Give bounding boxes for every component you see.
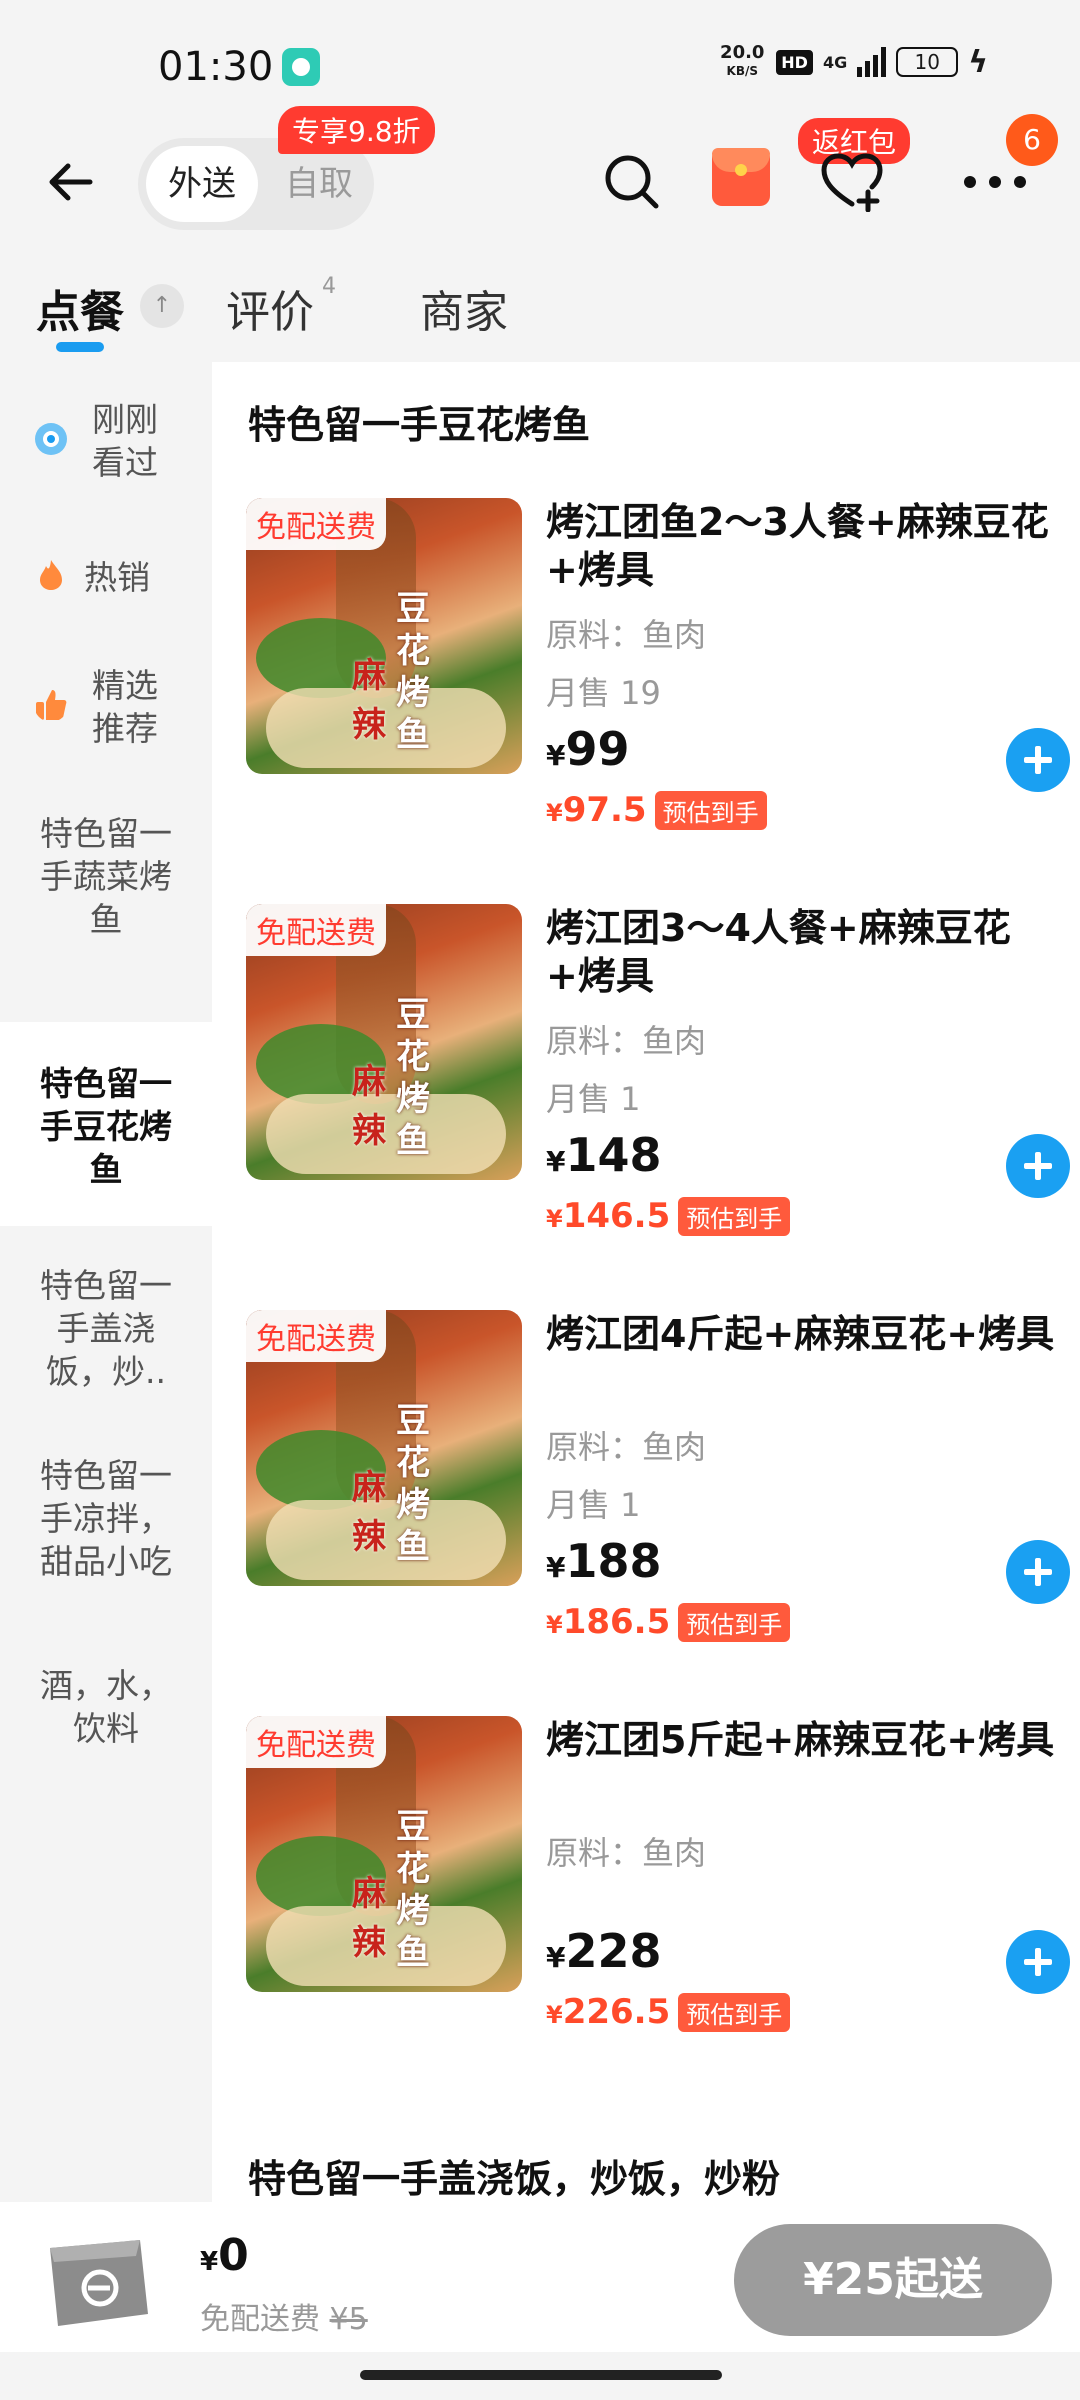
cart-bar: ¥0 免配送费 ¥5 ¥25起送 bbox=[0, 2202, 1080, 2352]
status-right: 20.0 KB/S HD 4G 10 ϟ bbox=[718, 44, 988, 80]
tab-active-indicator bbox=[56, 342, 104, 352]
add-to-cart-button[interactable] bbox=[1006, 1134, 1070, 1198]
flame-icon bbox=[40, 560, 62, 590]
dish-price: ¥188 bbox=[546, 1534, 662, 1588]
dish-ingredients: 原料：鱼肉 bbox=[546, 1834, 707, 1872]
pin-top-icon[interactable]: ↑ bbox=[140, 284, 184, 328]
list-item[interactable]: 豆花烤鱼 麻辣 免配送费 烤江团鱼2～3人餐+麻辣豆花+烤具 原料：鱼肉 月售 … bbox=[246, 498, 1070, 830]
sidebar-item-recommended[interactable]: 精选 推荐 bbox=[0, 632, 212, 782]
hd-icon: HD bbox=[776, 49, 813, 75]
dish-image[interactable]: 豆花烤鱼 麻辣 免配送费 bbox=[246, 904, 522, 1180]
more-icon[interactable] bbox=[964, 170, 1026, 190]
red-packet-icon[interactable] bbox=[712, 148, 770, 206]
sidebar-item-drinks[interactable]: 酒，水， 饮料 bbox=[0, 1664, 212, 1784]
shopping-bag-icon[interactable] bbox=[36, 2222, 160, 2332]
cart-total: ¥0 bbox=[200, 2230, 249, 2281]
signal-icon bbox=[857, 47, 887, 77]
heart-plus-icon[interactable] bbox=[820, 152, 884, 212]
free-delivery-tag: 免配送费 bbox=[246, 904, 386, 956]
add-to-cart-button[interactable] bbox=[1006, 1540, 1070, 1604]
dish-ingredients: 原料：鱼肉 bbox=[546, 1428, 707, 1466]
dish-ingredients: 原料：鱼肉 bbox=[546, 1022, 707, 1060]
dish-monthly-sales: 月售 1 bbox=[546, 1080, 641, 1118]
dish-estimated-price: ¥186.5 预估到手 bbox=[546, 1602, 791, 1642]
next-section-title: 特色留一手盖浇饭，炒饭，炒粉 bbox=[248, 2157, 781, 2201]
free-delivery-tag: 免配送费 bbox=[246, 1310, 386, 1362]
free-delivery-tag: 免配送费 bbox=[246, 498, 386, 550]
dish-title: 烤江团3～4人餐+麻辣豆花+烤具 bbox=[546, 906, 1011, 998]
dish-title: 烤江团5斤起+麻辣豆花+烤具 bbox=[546, 1718, 1055, 1762]
dish-estimated-price: ¥226.5 预估到手 bbox=[546, 1992, 791, 2032]
free-delivery-tag: 免配送费 bbox=[246, 1716, 386, 1768]
eye-icon bbox=[35, 423, 67, 455]
mode-pickup-option[interactable]: 自取 bbox=[274, 146, 364, 222]
list-item[interactable]: 豆花烤鱼 麻辣 免配送费 烤江团5斤起+麻辣豆花+烤具 原料：鱼肉 ¥228 ¥… bbox=[246, 1716, 1070, 2032]
back-arrow-icon[interactable] bbox=[42, 152, 102, 212]
sidebar-item-cold-snacks[interactable]: 特色留一 手凉拌， 甜品小吃 bbox=[0, 1434, 212, 1634]
tab-reviews[interactable]: 评价 bbox=[226, 276, 314, 340]
dish-price: ¥228 bbox=[546, 1924, 662, 1978]
dish-title: 烤江团4斤起+麻辣豆花+烤具 bbox=[546, 1312, 1055, 1356]
battery-icon: 10 bbox=[896, 47, 959, 77]
sidebar-item-hot[interactable]: 热销 bbox=[0, 522, 212, 632]
sidebar-item-tofu-fish[interactable]: 特色留一 手豆花烤鱼 bbox=[0, 1022, 212, 1226]
sidebar-item-rice-dishes[interactable]: 特色留一 手盖浇 饭，炒.. bbox=[0, 1234, 212, 1434]
reviews-count: 4 bbox=[322, 274, 336, 299]
status-time: 01:30 bbox=[158, 44, 274, 90]
notification-count-badge: 6 bbox=[1006, 114, 1058, 166]
category-sidebar: 刚刚 看过 热销 精选 推荐 特色留一 手蔬菜烤鱼 特色留一 手豆花烤鱼 特色留一 手盖浇… bbox=[0, 362, 212, 2202]
dish-price: ¥148 bbox=[546, 1128, 662, 1182]
dish-estimated-price: ¥97.5 预估到手 bbox=[546, 790, 767, 830]
add-to-cart-button[interactable] bbox=[1006, 728, 1070, 792]
store-header: 外送 自取 专享9.8折 返红包 6 bbox=[0, 106, 1080, 260]
charging-icon: ϟ bbox=[968, 44, 988, 80]
dish-monthly-sales: 月售 19 bbox=[546, 674, 661, 712]
store-tabs: 点餐 ↑ 评价 4 商家 bbox=[0, 260, 1080, 360]
mode-delivery-option[interactable]: 外送 bbox=[146, 146, 258, 222]
net-speed: 20.0 KB/S bbox=[720, 42, 765, 79]
tab-order[interactable]: 点餐 bbox=[36, 276, 124, 340]
status-bar: 01:30 20.0 KB/S HD 4G 10 ϟ bbox=[0, 0, 1080, 130]
add-to-cart-button[interactable] bbox=[1006, 1930, 1070, 1994]
list-item[interactable]: 豆花烤鱼 麻辣 免配送费 烤江团4斤起+麻辣豆花+烤具 原料：鱼肉 月售 1 ¥… bbox=[246, 1310, 1070, 1642]
app-notification-icon bbox=[282, 48, 320, 86]
sidebar-item-recently-viewed[interactable]: 刚刚 看过 bbox=[0, 362, 212, 522]
dish-image[interactable]: 豆花烤鱼 麻辣 免配送费 bbox=[246, 1716, 522, 1992]
section-title: 特色留一手豆花烤鱼 bbox=[248, 403, 591, 447]
delivery-fee-info: 免配送费 ¥5 bbox=[200, 2302, 368, 2337]
sidebar-item-veg-fish[interactable]: 特色留一 手蔬菜烤鱼 bbox=[0, 782, 212, 982]
list-item[interactable]: 豆花烤鱼 麻辣 免配送费 烤江团3～4人餐+麻辣豆花+烤具 原料：鱼肉 月售 1… bbox=[246, 904, 1070, 1236]
dish-estimated-price: ¥146.5 预估到手 bbox=[546, 1196, 791, 1236]
network-type: 4G bbox=[822, 52, 848, 72]
dish-image[interactable]: 豆花烤鱼 麻辣 免配送费 bbox=[246, 1310, 522, 1586]
menu-list: 特色留一手豆花烤鱼 豆花烤鱼 麻辣 免配送费 烤江团鱼2～3人餐+麻辣豆花+烤具… bbox=[212, 362, 1080, 2202]
tab-merchant[interactable]: 商家 bbox=[420, 276, 508, 340]
checkout-button[interactable]: ¥25起送 bbox=[734, 2224, 1052, 2336]
search-icon[interactable] bbox=[600, 150, 664, 214]
dish-ingredients: 原料：鱼肉 bbox=[546, 616, 707, 654]
home-indicator[interactable] bbox=[360, 2370, 722, 2380]
dish-title: 烤江团鱼2～3人餐+麻辣豆花+烤具 bbox=[546, 500, 1049, 592]
thumbs-up-icon bbox=[36, 690, 67, 720]
pickup-discount-badge: 专享9.8折 bbox=[278, 106, 435, 154]
dish-price: ¥99 bbox=[546, 722, 630, 776]
dish-image[interactable]: 豆花烤鱼 麻辣 免配送费 bbox=[246, 498, 522, 774]
dish-monthly-sales: 月售 1 bbox=[546, 1486, 641, 1524]
